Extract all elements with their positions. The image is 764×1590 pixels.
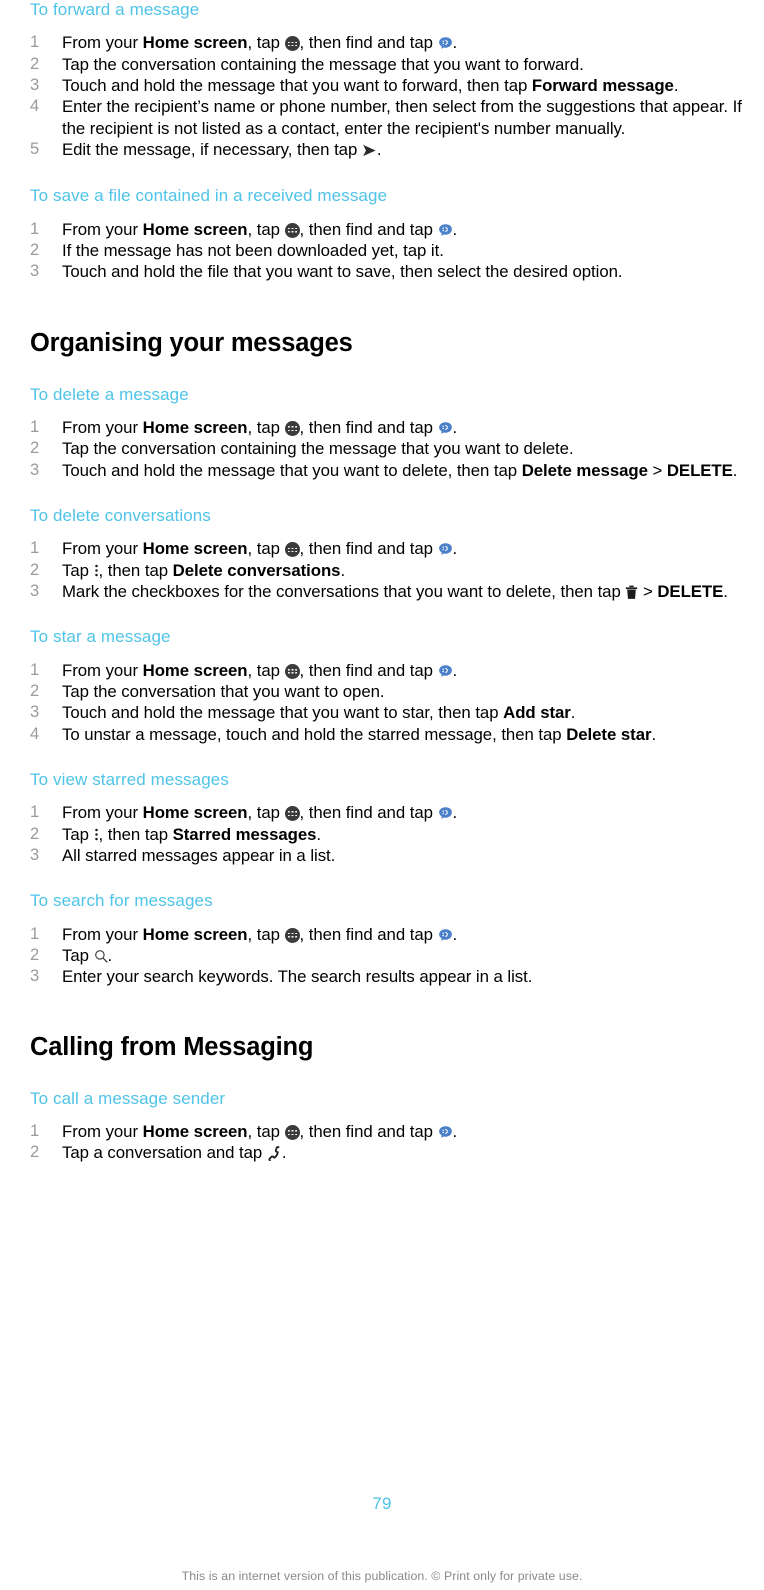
- step-item: From your Home screen, tap , then find a…: [30, 32, 458, 54]
- phone-icon[interactable]: [267, 1146, 282, 1162]
- step-item: Enter the recipient’s name or phone numb…: [30, 96, 742, 138]
- step-list: From your Home screen, tap , then find a…: [30, 660, 746, 745]
- step-list: From your Home screen, tap , then find a…: [30, 802, 746, 866]
- step-item: Tap the conversation that you want to op…: [30, 681, 385, 703]
- app-drawer-icon[interactable]: [284, 36, 300, 52]
- ui-term: Home screen: [142, 1122, 248, 1142]
- procedure-heading: To call a message sender: [30, 1088, 226, 1108]
- procedure-heading: To search for messages: [30, 891, 213, 911]
- procedure-forward-a-message: To forward a message From your Home scre…: [30, 0, 746, 160]
- messaging-icon[interactable]: [438, 421, 453, 436]
- step-item: Touch and hold the message that you want…: [30, 75, 679, 97]
- procedure-call-a-message-sender: To call a message sender From your Home …: [30, 1063, 746, 1164]
- step-item: Tap the conversation containing the mess…: [30, 54, 584, 76]
- app-drawer-icon[interactable]: [284, 927, 300, 943]
- ui-term: Starred messages: [172, 824, 317, 844]
- step-item: Touch and hold the message that you want…: [30, 460, 738, 482]
- page-content: To forward a message From your Home scre…: [0, 0, 764, 1164]
- overflow-menu-icon[interactable]: [94, 563, 99, 578]
- ui-term: Home screen: [142, 924, 248, 944]
- messaging-icon[interactable]: [438, 1125, 453, 1140]
- procedure-heading: To star a message: [30, 627, 171, 647]
- step-item: Tap the conversation containing the mess…: [30, 438, 574, 460]
- app-drawer-icon[interactable]: [284, 663, 300, 679]
- app-drawer-icon[interactable]: [284, 421, 300, 437]
- ui-term: Add star: [503, 703, 571, 723]
- procedure-delete-a-message: To delete a message From your Home scree…: [30, 359, 746, 482]
- app-drawer-icon[interactable]: [284, 1125, 300, 1141]
- step-item: From your Home screen, tap , then find a…: [30, 417, 458, 439]
- ui-term: Delete message: [521, 460, 648, 480]
- step-item: Tap , then tap Starred messages.: [30, 824, 322, 846]
- step-item: From your Home screen, tap , then find a…: [30, 660, 458, 682]
- ui-term: Forward message: [531, 75, 674, 95]
- messaging-icon[interactable]: [438, 806, 453, 821]
- procedure-search-for-messages: To search for messages From your Home sc…: [30, 866, 746, 988]
- procedure-save-a-file: To save a file contained in a received m…: [30, 160, 746, 283]
- step-list: From your Home screen, tap , then find a…: [30, 924, 746, 988]
- step-item: All starred messages appear in a list.: [30, 845, 336, 867]
- step-list: From your Home screen, tap , then find a…: [30, 1121, 746, 1164]
- messaging-icon[interactable]: [438, 542, 453, 557]
- procedure-view-starred-messages: To view starred messages From your Home …: [30, 745, 746, 867]
- procedure-delete-conversations: To delete conversations From your Home s…: [30, 481, 746, 603]
- step-item: To unstar a message, touch and hold the …: [30, 724, 657, 746]
- footer-copyright-note: This is an internet version of this publ…: [181, 1569, 583, 1583]
- step-list: From your Home screen, tap , then find a…: [30, 32, 746, 160]
- ui-term: Delete conversations: [172, 560, 341, 580]
- search-icon[interactable]: [94, 949, 108, 963]
- trash-icon[interactable]: [625, 585, 638, 600]
- ui-term: Home screen: [142, 219, 248, 239]
- procedure-heading: To save a file contained in a received m…: [30, 186, 388, 206]
- step-item: If the message has not been downloaded y…: [30, 240, 444, 262]
- section-heading-organising: Organising your messages: [30, 329, 353, 358]
- ui-term: DELETE: [666, 460, 733, 480]
- step-list: From your Home screen, tap , then find a…: [30, 219, 746, 283]
- ui-term: Home screen: [142, 539, 248, 559]
- send-icon[interactable]: [362, 144, 377, 157]
- ui-term: Home screen: [142, 660, 248, 680]
- step-item: From your Home screen, tap , then find a…: [30, 802, 458, 824]
- ui-term: Home screen: [142, 803, 248, 823]
- procedure-heading: To forward a message: [30, 0, 200, 19]
- step-item: Mark the checkboxes for the conversation…: [30, 581, 728, 603]
- ui-term: Home screen: [142, 418, 248, 438]
- ui-term: Delete star: [566, 724, 652, 744]
- messaging-icon[interactable]: [438, 664, 453, 679]
- step-item: Edit the message, if necessary, then tap…: [30, 139, 382, 161]
- messaging-icon[interactable]: [438, 223, 453, 238]
- procedure-star-a-message: To star a message From your Home screen,…: [30, 602, 746, 745]
- step-list: From your Home screen, tap , then find a…: [30, 417, 746, 481]
- ui-term: Home screen: [142, 33, 248, 53]
- step-item: From your Home screen, tap , then find a…: [30, 924, 458, 946]
- step-item: Tap .: [30, 945, 113, 967]
- step-item: Touch and hold the file that you want to…: [30, 261, 623, 283]
- step-list: From your Home screen, tap , then find a…: [30, 538, 746, 602]
- messaging-icon[interactable]: [438, 36, 453, 51]
- step-item: Tap a conversation and tap .: [30, 1142, 287, 1164]
- step-item: Tap , then tap Delete conversations.: [30, 560, 346, 582]
- overflow-menu-icon[interactable]: [94, 827, 99, 842]
- app-drawer-icon[interactable]: [284, 806, 300, 822]
- procedure-heading: To view starred messages: [30, 769, 229, 789]
- step-item: From your Home screen, tap , then find a…: [30, 219, 458, 241]
- page-number: 79: [372, 1494, 392, 1513]
- step-item: Enter your search keywords. The search r…: [30, 966, 533, 988]
- procedure-heading: To delete a message: [30, 384, 189, 404]
- app-drawer-icon[interactable]: [284, 222, 300, 238]
- ui-term: DELETE: [657, 582, 724, 602]
- step-item: Touch and hold the message that you want…: [30, 702, 576, 724]
- procedure-heading: To delete conversations: [30, 506, 211, 526]
- messaging-icon[interactable]: [438, 928, 453, 943]
- app-drawer-icon[interactable]: [284, 542, 300, 558]
- section-heading-calling: Calling from Messaging: [30, 1033, 314, 1062]
- manual-page: To forward a message From your Home scre…: [0, 0, 764, 1590]
- step-item: From your Home screen, tap , then find a…: [30, 1121, 458, 1143]
- step-item: From your Home screen, tap , then find a…: [30, 538, 458, 560]
